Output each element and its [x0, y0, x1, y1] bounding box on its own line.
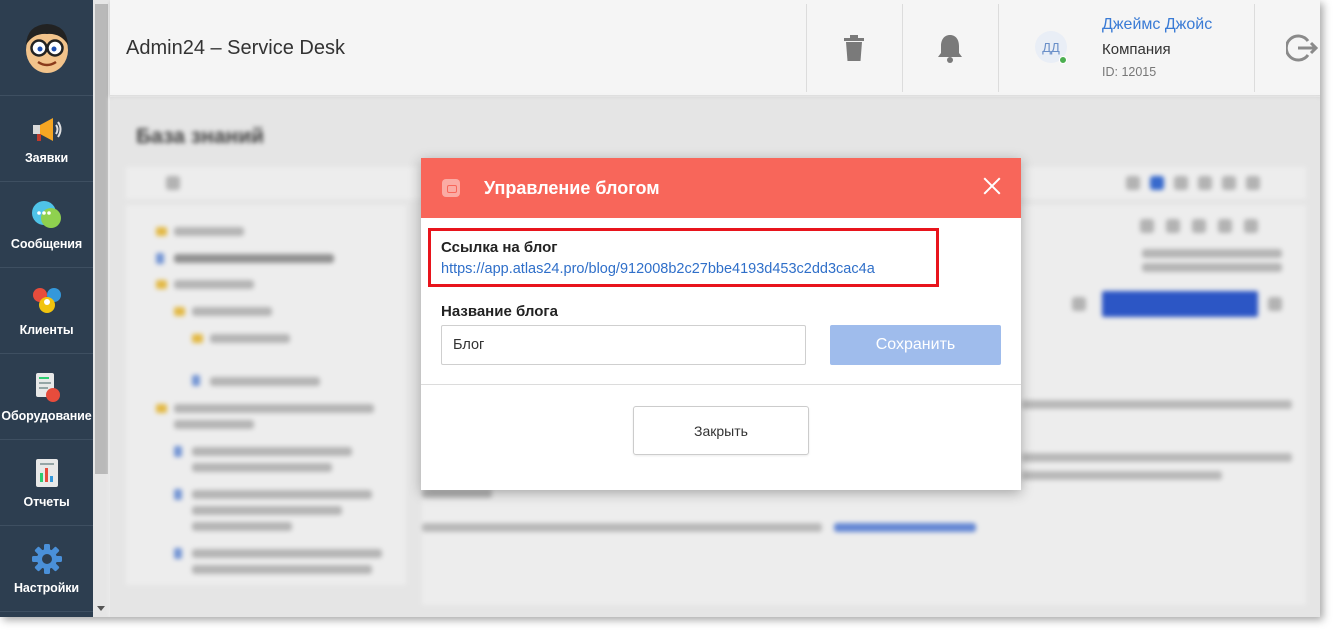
mascot-logo-icon — [25, 23, 68, 73]
app-title: Admin24 – Service Desk — [126, 37, 345, 59]
sidebar-item-label: Отчеты — [23, 494, 70, 509]
close-icon[interactable] — [981, 175, 1003, 197]
header-divider — [998, 4, 999, 92]
chat-icon — [30, 199, 64, 231]
blog-link[interactable]: https://app.atlas24.pro/blog/912008b2c27… — [441, 261, 875, 277]
user-id: ID: 12015 — [1102, 65, 1157, 79]
bell-icon — [938, 35, 962, 63]
sidebar-item-requests[interactable]: Заявки — [0, 96, 93, 182]
header-divider — [1254, 4, 1255, 92]
save-button[interactable]: Сохранить — [830, 325, 1001, 365]
logo[interactable] — [0, 0, 93, 96]
sidebar-item-label: Клиенты — [19, 322, 74, 337]
clients-icon — [30, 285, 64, 317]
blogger-icon — [442, 179, 460, 197]
dialog-divider — [421, 384, 1021, 385]
sidebar: Заявки Сообщения Клиенты Оборудование От… — [0, 0, 93, 617]
gear-icon — [30, 543, 64, 575]
blog-link-label: Ссылка на блог — [441, 239, 558, 256]
sidebar-item-clients[interactable]: Клиенты — [0, 268, 93, 354]
header-divider — [806, 4, 807, 92]
equipment-icon — [30, 371, 64, 403]
top-header: Admin24 – Service Desk ДД Джеймс Джойс К… — [110, 0, 1320, 96]
dialog-header: Управление блогом — [421, 158, 1021, 218]
logout-icon — [1286, 34, 1318, 62]
sidebar-item-reports[interactable]: Отчеты — [0, 440, 93, 526]
scroll-down-arrow-icon[interactable] — [97, 606, 105, 611]
megaphone-icon — [30, 113, 64, 145]
sidebar-item-label: Оборудование — [1, 408, 92, 423]
blog-name-label: Название блога — [441, 303, 558, 320]
blog-management-dialog: Управление блогом Ссылка на блог https:/… — [421, 158, 1021, 490]
sidebar-item-equipment[interactable]: Оборудование — [0, 354, 93, 440]
sidebar-item-messages[interactable]: Сообщения — [0, 182, 93, 268]
dialog-title: Управление блогом — [484, 178, 660, 198]
logout-button[interactable] — [1282, 28, 1320, 68]
app-window: Заявки Сообщения Клиенты Оборудование От… — [0, 0, 1320, 617]
blog-name-input[interactable] — [441, 325, 806, 365]
online-status-dot — [1059, 56, 1067, 64]
user-name-link[interactable]: Джеймс Джойс — [1102, 16, 1212, 34]
sidebar-item-label: Заявки — [24, 150, 69, 165]
close-button[interactable]: Закрыть — [633, 406, 809, 455]
reports-icon — [30, 457, 64, 489]
sidebar-item-settings[interactable]: Настройки — [0, 526, 93, 612]
scrollbar-thumb[interactable] — [95, 4, 108, 474]
header-divider — [902, 4, 903, 92]
trash-icon — [844, 35, 864, 61]
highlight-box — [428, 228, 939, 287]
sidebar-item-label: Настройки — [13, 580, 80, 595]
sidebar-item-label: Сообщения — [10, 236, 83, 251]
notifications-button[interactable] — [930, 28, 970, 68]
user-company: Компания — [1102, 41, 1171, 58]
sidebar-scrollbar[interactable] — [93, 0, 110, 617]
trash-button[interactable] — [834, 28, 874, 68]
